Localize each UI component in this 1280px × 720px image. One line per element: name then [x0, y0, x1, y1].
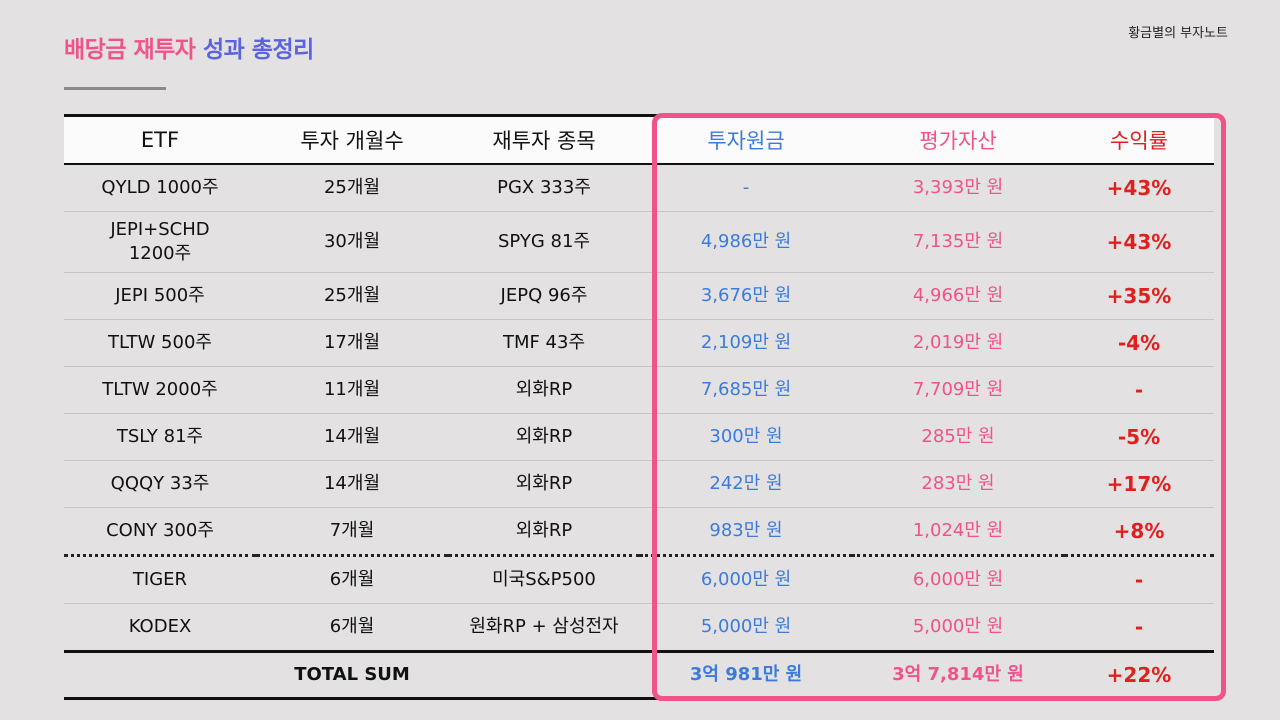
total-return: +22%: [1064, 651, 1214, 700]
table-row: TLTW 2000주 11개월 외화RP 7,685만 원 7,709만 원 -: [64, 366, 1214, 414]
cell-value: 4,966만 원: [852, 272, 1064, 320]
cell-principal: 3,676만 원: [640, 272, 852, 320]
total-label: TOTAL SUM: [64, 651, 640, 700]
cell-value: 5,000만 원: [852, 603, 1064, 653]
cell-return: -: [1064, 603, 1214, 653]
title-underline: [64, 87, 166, 90]
cell-principal: 4,986만 원: [640, 211, 852, 273]
cell-months: 7개월: [256, 507, 448, 557]
cell-return: -: [1064, 555, 1214, 604]
cell-reinvest: 외화RP: [448, 507, 640, 557]
cell-months: 6개월: [256, 555, 448, 604]
cell-return: +43%: [1064, 211, 1214, 273]
cell-principal: 983만 원: [640, 507, 852, 557]
cell-months: 14개월: [256, 460, 448, 508]
cell-months: 14개월: [256, 413, 448, 461]
cell-reinvest: PGX 333주: [448, 164, 640, 212]
performance-table: ETF 투자 개월수 재투자 종목 투자원금 평가자산 수익률 QYLD 100…: [64, 114, 1214, 700]
column-header-reinvest: 재투자 종목: [448, 114, 640, 165]
cell-etf: KODEX: [64, 603, 256, 653]
cell-months: 6개월: [256, 603, 448, 653]
table-row: KODEX 6개월 원화RP + 삼성전자 5,000만 원 5,000만 원 …: [64, 603, 1214, 653]
table-row: JEPI+SCHD 1200주 30개월 SPYG 81주 4,986만 원 7…: [64, 211, 1214, 273]
cell-principal: -: [640, 164, 852, 212]
cell-reinvest: 외화RP: [448, 460, 640, 508]
table-row: TIGER 6개월 미국S&P500 6,000만 원 6,000만 원 -: [64, 555, 1214, 604]
total-value: 3억 7,814만 원: [852, 651, 1064, 700]
cell-return: +43%: [1064, 164, 1214, 212]
cell-principal: 6,000만 원: [640, 555, 852, 604]
cell-reinvest: TMF 43주: [448, 319, 640, 367]
cell-months: 25개월: [256, 272, 448, 320]
cell-return: +17%: [1064, 460, 1214, 508]
title-highlight: 배당금 재투자: [64, 37, 196, 63]
cell-etf: TIGER: [64, 555, 256, 604]
cell-value: 285만 원: [852, 413, 1064, 461]
cell-principal: 242만 원: [640, 460, 852, 508]
cell-return: -5%: [1064, 413, 1214, 461]
cell-etf: TLTW 2000주: [64, 366, 256, 414]
cell-months: 17개월: [256, 319, 448, 367]
column-header-return: 수익률: [1064, 114, 1214, 165]
total-principal: 3억 981만 원: [640, 651, 852, 700]
column-header-value: 평가자산: [852, 114, 1064, 165]
column-header-etf: ETF: [64, 114, 256, 165]
cell-value: 3,393만 원: [852, 164, 1064, 212]
title-subtitle: 성과 총정리: [202, 37, 314, 63]
cell-reinvest: JEPQ 96주: [448, 272, 640, 320]
brand-label: 황금별의 부자노트: [1128, 26, 1228, 41]
cell-principal: 300만 원: [640, 413, 852, 461]
cell-etf: JEPI 500주: [64, 272, 256, 320]
cell-reinvest: 미국S&P500: [448, 555, 640, 604]
cell-value: 1,024만 원: [852, 507, 1064, 557]
cell-etf: QYLD 1000주: [64, 164, 256, 212]
cell-reinvest: 원화RP + 삼성전자: [448, 603, 640, 653]
column-header-principal: 투자원금: [640, 114, 852, 165]
cell-return: +35%: [1064, 272, 1214, 320]
cell-months: 25개월: [256, 164, 448, 212]
cell-return: +8%: [1064, 507, 1214, 557]
cell-return: -4%: [1064, 319, 1214, 367]
table-header-row: ETF 투자 개월수 재투자 종목 투자원금 평가자산 수익률: [64, 114, 1214, 165]
table-row: JEPI 500주 25개월 JEPQ 96주 3,676만 원 4,966만 …: [64, 272, 1214, 320]
cell-etf: QQQY 33주: [64, 460, 256, 508]
cell-reinvest: 외화RP: [448, 366, 640, 414]
total-row: TOTAL SUM 3억 981만 원 3억 7,814만 원 +22%: [64, 651, 1214, 700]
cell-months: 11개월: [256, 366, 448, 414]
cell-etf: TSLY 81주: [64, 413, 256, 461]
table-row: TLTW 500주 17개월 TMF 43주 2,109만 원 2,019만 원…: [64, 319, 1214, 367]
table-row: TSLY 81주 14개월 외화RP 300만 원 285만 원 -5%: [64, 413, 1214, 461]
page-title: 배당금 재투자 성과 총정리: [64, 30, 314, 64]
cell-etf: JEPI+SCHD 1200주: [64, 211, 256, 273]
cell-reinvest: 외화RP: [448, 413, 640, 461]
table-row: QYLD 1000주 25개월 PGX 333주 - 3,393만 원 +43%: [64, 164, 1214, 212]
cell-value: 7,709만 원: [852, 366, 1064, 414]
cell-months: 30개월: [256, 211, 448, 273]
cell-value: 2,019만 원: [852, 319, 1064, 367]
cell-principal: 2,109만 원: [640, 319, 852, 367]
cell-value: 7,135만 원: [852, 211, 1064, 273]
cell-etf: CONY 300주: [64, 507, 256, 557]
cell-value: 283만 원: [852, 460, 1064, 508]
cell-principal: 5,000만 원: [640, 603, 852, 653]
table-row: CONY 300주 7개월 외화RP 983만 원 1,024만 원 +8%: [64, 507, 1214, 557]
cell-etf: TLTW 500주: [64, 319, 256, 367]
cell-reinvest: SPYG 81주: [448, 211, 640, 273]
column-header-months: 투자 개월수: [256, 114, 448, 165]
cell-return: -: [1064, 366, 1214, 414]
cell-principal: 7,685만 원: [640, 366, 852, 414]
table-row: QQQY 33주 14개월 외화RP 242만 원 283만 원 +17%: [64, 460, 1214, 508]
cell-value: 6,000만 원: [852, 555, 1064, 604]
